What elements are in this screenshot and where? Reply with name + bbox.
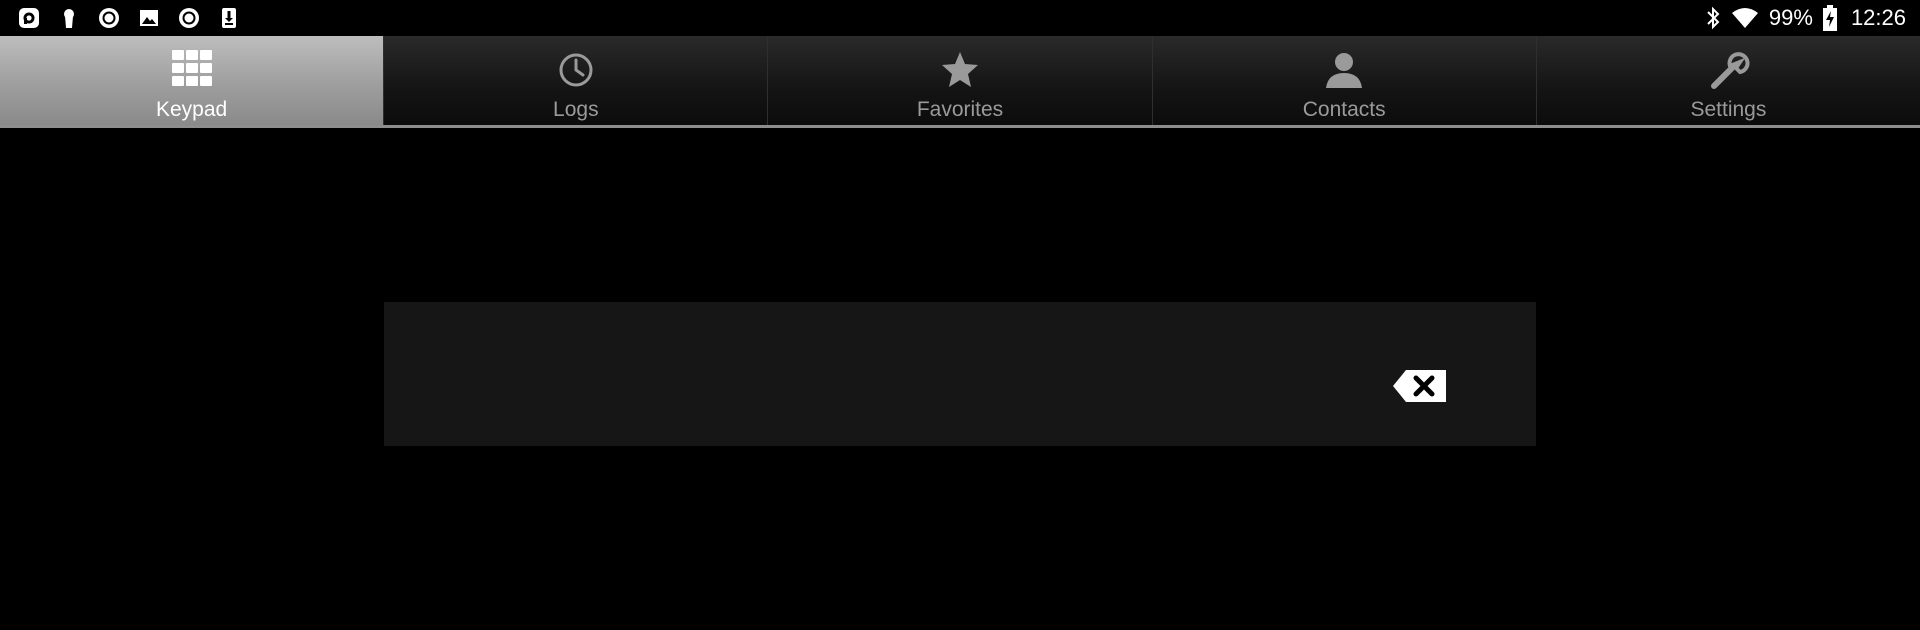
system-status: 99% 12:26 xyxy=(1705,0,1906,36)
keyhole-icon xyxy=(64,9,74,28)
tab-bar: Keypad Logs Favorites Contacts Settings xyxy=(0,36,1920,128)
tab-settings[interactable]: Settings xyxy=(1537,36,1920,125)
star-icon xyxy=(942,52,978,87)
battery-charging-icon xyxy=(1822,5,1837,31)
phone-number-input[interactable] xyxy=(404,332,1408,418)
download-icon xyxy=(222,8,236,28)
wrench-icon xyxy=(1711,52,1750,89)
status-bar: 99% 12:26 xyxy=(0,0,1920,36)
tab-label: Favorites xyxy=(916,98,1004,121)
tab-label: Keypad xyxy=(155,98,228,121)
record-icon xyxy=(179,8,199,28)
notification-icons xyxy=(18,7,240,29)
person-icon xyxy=(1326,53,1363,88)
clock-icon xyxy=(559,53,593,87)
tab-label: Settings xyxy=(1690,98,1767,121)
tab-label: Logs xyxy=(553,98,599,121)
tab-keypad[interactable]: Keypad xyxy=(0,36,385,125)
record-icon xyxy=(99,8,119,28)
bluetooth-icon xyxy=(1707,6,1720,30)
backspace-icon[interactable] xyxy=(1392,368,1448,404)
messenger-icon xyxy=(19,8,39,28)
clock: 12:26 xyxy=(1850,5,1906,30)
tab-contacts[interactable]: Contacts xyxy=(1153,36,1537,125)
tab-logs[interactable]: Logs xyxy=(384,36,769,125)
tab-favorites[interactable]: Favorites xyxy=(768,36,1153,125)
battery-percent: 99% xyxy=(1768,5,1813,30)
wifi-icon xyxy=(1731,8,1758,28)
image-icon xyxy=(140,10,158,26)
keypad-grid-icon xyxy=(171,50,212,86)
tab-label: Contacts xyxy=(1302,98,1386,121)
dial-number-field xyxy=(384,302,1536,446)
